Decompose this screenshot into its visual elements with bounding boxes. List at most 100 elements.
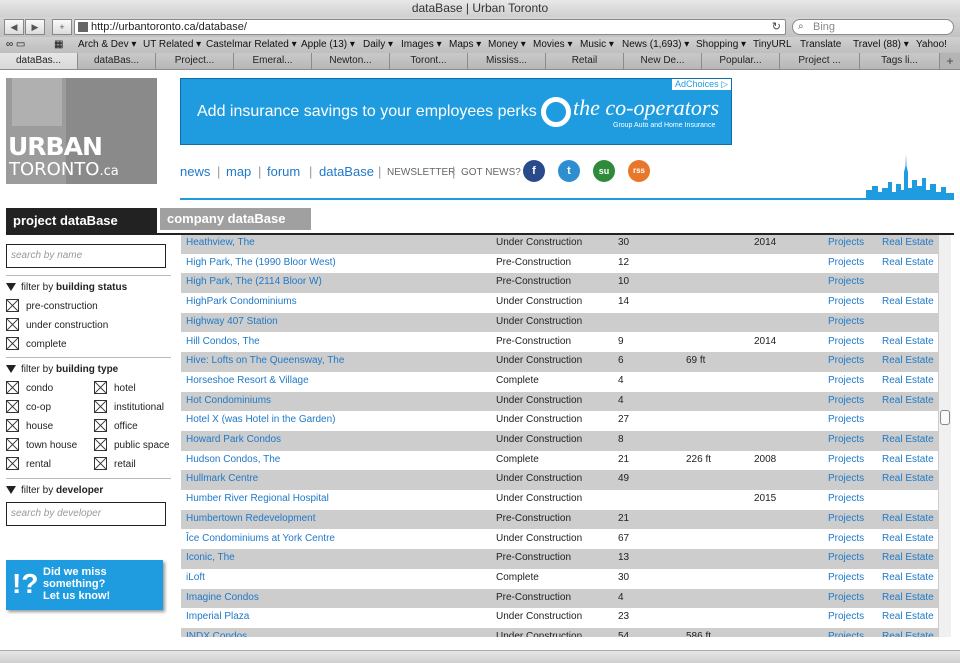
real-estate-link[interactable]: Real Estate: [882, 609, 934, 625]
ad-banner[interactable]: Add insurance savings to your employees …: [180, 78, 732, 145]
checkbox-office[interactable]: office: [94, 419, 138, 434]
project-name-link[interactable]: HighPark Condominiums: [186, 294, 297, 310]
browser-tab[interactable]: New De...: [624, 53, 702, 69]
facebook-icon[interactable]: f: [523, 160, 545, 182]
bookmark-item[interactable]: Translate: [800, 37, 841, 53]
checkbox-rental[interactable]: rental: [6, 457, 51, 472]
search-by-developer-input[interactable]: search by developer: [6, 502, 166, 526]
table-scrollbar[interactable]: [938, 235, 951, 637]
real-estate-link[interactable]: Real Estate: [882, 531, 934, 547]
bookmark-item[interactable]: Castelmar Related ▾: [206, 37, 297, 53]
real-estate-link[interactable]: Real Estate: [882, 511, 934, 527]
checkbox-public-space[interactable]: public space: [94, 438, 170, 453]
real-estate-link[interactable]: Real Estate: [882, 570, 934, 586]
projects-link[interactable]: Projects: [828, 491, 864, 507]
real-estate-link[interactable]: Real Estate: [882, 590, 934, 606]
bookmark-item[interactable]: Yahoo!: [916, 37, 947, 53]
rss-icon[interactable]: rss: [628, 160, 650, 182]
real-estate-link[interactable]: Real Estate: [882, 294, 934, 310]
projects-link[interactable]: Projects: [828, 531, 864, 547]
checkbox-complete[interactable]: complete: [6, 337, 67, 352]
tab-company-database[interactable]: company dataBase: [160, 208, 311, 230]
projects-link[interactable]: Projects: [828, 393, 864, 409]
project-name-link[interactable]: Hill Condos, The: [186, 334, 260, 350]
projects-link[interactable]: Projects: [828, 255, 864, 271]
bookmark-item[interactable]: Arch & Dev ▾: [78, 37, 136, 53]
top-sites-icon[interactable]: ▦: [54, 37, 63, 53]
real-estate-link[interactable]: Real Estate: [882, 432, 934, 448]
checkbox-house[interactable]: house: [6, 419, 53, 434]
browser-tab[interactable]: Popular...: [702, 53, 780, 69]
projects-link[interactable]: Projects: [828, 570, 864, 586]
scrollbar-thumb[interactable]: [940, 410, 950, 425]
bookmark-item[interactable]: Maps ▾: [449, 37, 481, 53]
feedback-box[interactable]: !? Did we miss something? Let us know!: [6, 560, 163, 610]
projects-link[interactable]: Projects: [828, 353, 864, 369]
real-estate-link[interactable]: Real Estate: [882, 452, 934, 468]
bookmark-item[interactable]: Shopping ▾: [696, 37, 746, 53]
project-name-link[interactable]: Hudson Condos, The: [186, 452, 280, 468]
projects-link[interactable]: Projects: [828, 373, 864, 389]
bookmark-item[interactable]: TinyURL: [753, 37, 792, 53]
forward-button[interactable]: ▶: [25, 19, 45, 35]
real-estate-link[interactable]: Real Estate: [882, 255, 934, 271]
bookmark-item[interactable]: Apple (13) ▾: [301, 37, 355, 53]
browser-tab[interactable]: Project...: [156, 53, 234, 69]
browser-tab[interactable]: Retail: [546, 53, 624, 69]
reader-icon[interactable]: ∞ ▭: [6, 37, 25, 53]
bookmark-item[interactable]: Music ▾: [580, 37, 614, 53]
projects-link[interactable]: Projects: [828, 294, 864, 310]
project-name-link[interactable]: Hotel X (was Hotel in the Garden): [186, 412, 336, 428]
browser-tab[interactable]: Toront...: [390, 53, 468, 69]
project-name-link[interactable]: Hive: Lofts on The Queensway, The: [186, 353, 344, 369]
browser-tab[interactable]: Newton...: [312, 53, 390, 69]
projects-link[interactable]: Projects: [828, 314, 864, 330]
checkbox-hotel[interactable]: hotel: [94, 381, 136, 396]
reload-icon[interactable]: ↻: [772, 20, 781, 34]
real-estate-link[interactable]: Real Estate: [882, 373, 934, 389]
nav-map[interactable]: map: [226, 164, 251, 179]
checkbox-under-construction[interactable]: under construction: [6, 318, 108, 333]
checkbox-town-house[interactable]: town house: [6, 438, 77, 453]
adchoices-badge[interactable]: AdChoices ▷: [672, 79, 731, 90]
project-name-link[interactable]: INDX Condos: [186, 629, 247, 637]
filter-status-heading[interactable]: filter by building status: [6, 282, 127, 293]
projects-link[interactable]: Projects: [828, 274, 864, 290]
nav-database[interactable]: dataBase: [319, 164, 374, 179]
back-button[interactable]: ◀: [4, 19, 24, 35]
project-name-link[interactable]: Humber River Regional Hospital: [186, 491, 329, 507]
checkbox-pre-construction[interactable]: pre-construction: [6, 299, 98, 314]
project-name-link[interactable]: iLoft: [186, 570, 205, 586]
filter-type-heading[interactable]: filter by building type: [6, 364, 118, 375]
projects-link[interactable]: Projects: [828, 590, 864, 606]
checkbox-co-op[interactable]: co-op: [6, 400, 51, 415]
address-bar[interactable]: http://urbantoronto.ca/database/ ↻: [74, 19, 786, 35]
projects-link[interactable]: Projects: [828, 235, 864, 251]
projects-link[interactable]: Projects: [828, 334, 864, 350]
search-field[interactable]: ⌕ Bing: [792, 19, 954, 35]
project-name-link[interactable]: Humbertown Redevelopment: [186, 511, 316, 527]
bookmark-item[interactable]: News (1,693) ▾: [622, 37, 689, 53]
site-logo[interactable]: URBAN TORONTO.ca: [6, 78, 157, 184]
browser-tab[interactable]: Tags li...: [860, 53, 940, 69]
project-name-link[interactable]: Hullmark Centre: [186, 471, 258, 487]
project-name-link[interactable]: Imagine Condos: [186, 590, 259, 606]
projects-link[interactable]: Projects: [828, 511, 864, 527]
projects-link[interactable]: Projects: [828, 609, 864, 625]
tab-project-database[interactable]: project dataBase: [6, 208, 157, 233]
project-name-link[interactable]: Iconic, The: [186, 550, 235, 566]
browser-tab[interactable]: Emeral...: [234, 53, 312, 69]
real-estate-link[interactable]: Real Estate: [882, 235, 934, 251]
project-name-link[interactable]: Howard Park Condos: [186, 432, 281, 448]
browser-tab[interactable]: Mississ...: [468, 53, 546, 69]
project-name-link[interactable]: Horseshoe Resort & Village: [186, 373, 309, 389]
project-name-link[interactable]: Imperial Plaza: [186, 609, 249, 625]
bookmark-item[interactable]: UT Related ▾: [143, 37, 201, 53]
real-estate-link[interactable]: Real Estate: [882, 629, 934, 637]
real-estate-link[interactable]: Real Estate: [882, 471, 934, 487]
project-name-link[interactable]: Hot Condominiums: [186, 393, 271, 409]
project-name-link[interactable]: Heathview, The: [186, 235, 255, 251]
projects-link[interactable]: Projects: [828, 550, 864, 566]
twitter-icon[interactable]: t: [558, 160, 580, 182]
filter-developer-heading[interactable]: filter by developer: [6, 485, 103, 496]
